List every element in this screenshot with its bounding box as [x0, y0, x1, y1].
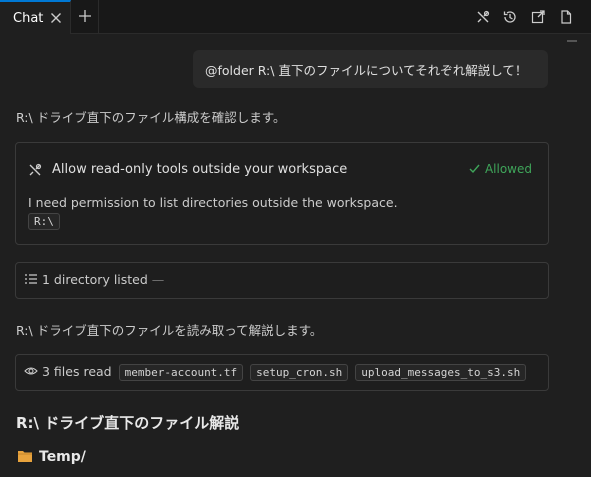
- assistant-intro: R:\ ドライブ直下のファイル構成を確認します。: [16, 110, 286, 125]
- section-heading: R:\ ドライブ直下のファイル解説: [16, 414, 240, 432]
- permission-description: I need permission to list directories ou…: [28, 195, 398, 210]
- check-icon: [469, 164, 480, 174]
- permission-title: Allow read-only tools outside your works…: [52, 162, 348, 177]
- directory-listing-suffix: —: [151, 272, 165, 287]
- tab-divider: [98, 0, 99, 34]
- tools-icon[interactable]: [475, 9, 491, 25]
- tab-bar: Chat: [0, 0, 591, 34]
- file-chip[interactable]: member-account.tf: [118, 364, 244, 381]
- directory-listing-row[interactable]: 1 directory listed —: [24, 272, 164, 287]
- list-icon: [25, 274, 37, 284]
- allowed-status: Allowed: [468, 162, 532, 176]
- tab-chat-label: Chat: [13, 11, 44, 26]
- files-read-label: 3 files read: [42, 364, 112, 379]
- folder-item: Temp/: [17, 449, 86, 465]
- history-icon[interactable]: [502, 9, 518, 25]
- files-read-card: 3 files read member-account.tf setup_cro…: [15, 354, 549, 391]
- permission-card: Allow read-only tools outside your works…: [15, 142, 549, 245]
- folder-name: Temp/: [39, 449, 86, 465]
- tools-icon: [29, 163, 42, 176]
- new-file-icon[interactable]: [558, 9, 574, 25]
- tab-chat[interactable]: Chat: [0, 0, 71, 34]
- directory-listing-card[interactable]: 1 directory listed —: [15, 262, 549, 299]
- user-message: @folder R:\ 直下のファイルについてそれぞれ解説して！: [193, 50, 548, 88]
- path-chip[interactable]: R:\: [28, 213, 60, 230]
- file-chip[interactable]: upload_messages_to_s3.sh: [355, 364, 527, 381]
- allowed-label: Allowed: [484, 162, 532, 176]
- eye-icon: [24, 367, 38, 375]
- open-in-editor-icon[interactable]: [530, 9, 546, 25]
- reading-intro: R:\ ドライブ直下のファイルを読み取って解説します。: [16, 323, 323, 338]
- plus-icon[interactable]: [77, 8, 93, 24]
- files-read-row: 3 files read member-account.tf setup_cro…: [24, 364, 527, 381]
- scroll-up-icon[interactable]: [567, 40, 577, 44]
- directory-listing-text: 1 directory listed: [42, 272, 148, 287]
- close-icon[interactable]: [48, 10, 64, 26]
- file-chip[interactable]: setup_cron.sh: [250, 364, 349, 381]
- folder-icon: [18, 451, 32, 462]
